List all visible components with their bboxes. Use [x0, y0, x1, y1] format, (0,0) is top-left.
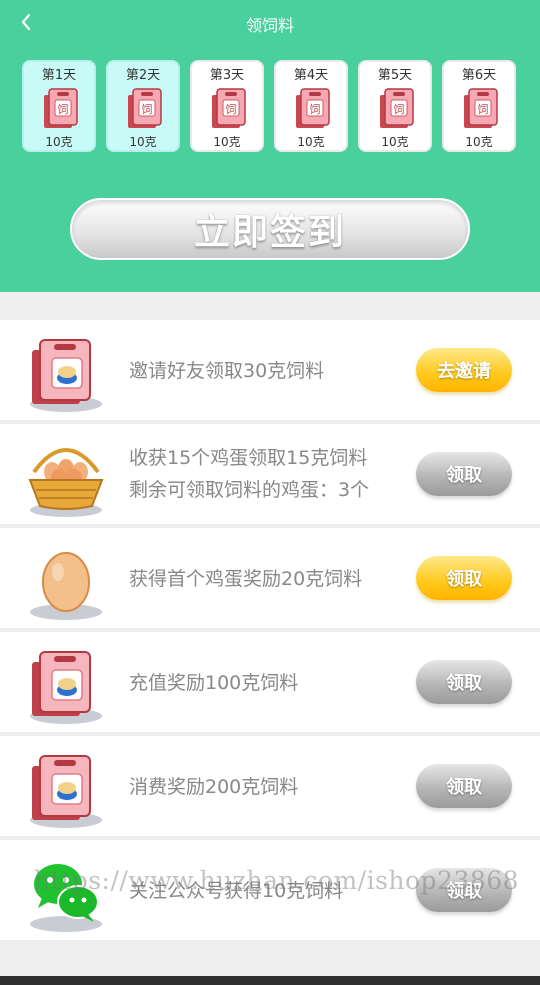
task-row-invite: 邀请好友领取30克饲料 去邀请: [0, 320, 540, 420]
checkin-day-2: 第2天 饲 10克: [106, 60, 180, 152]
checkin-day-3: 第3天 饲 10克: [190, 60, 264, 152]
day-amount: 10克: [381, 135, 409, 149]
claim-button[interactable]: 领取: [416, 556, 512, 600]
svg-text:饲: 饲: [226, 103, 237, 116]
svg-text:饲: 饲: [394, 103, 405, 116]
egg-icon: [30, 552, 102, 620]
sign-in-label: 立即签到: [193, 212, 346, 253]
day-label: 第6天: [461, 68, 497, 83]
task-text: 消费奖励200克饲料: [129, 776, 299, 798]
day-amount: 10克: [297, 135, 325, 149]
feed-bag-icon: [30, 651, 102, 724]
task-subtext: 剩余可领取饲料的鸡蛋：3个: [129, 479, 370, 501]
claim-button[interactable]: 领取: [416, 660, 512, 704]
task-row-first-egg: 获得首个鸡蛋奖励20克饲料 领取: [0, 528, 540, 628]
feed-bag-icon: 饲: [380, 88, 414, 128]
day-amount: 10克: [129, 135, 157, 149]
day-label: 第4天: [293, 68, 329, 83]
svg-text:饲: 饲: [310, 103, 321, 116]
day-label: 第1天: [41, 68, 77, 83]
day-amount: 10克: [465, 135, 493, 149]
day-label: 第2天: [125, 68, 161, 83]
checkin-day-1: 第1天 饲 10克: [22, 60, 96, 152]
svg-text:饲: 饲: [142, 103, 153, 116]
sign-in-button[interactable]: 立即签到: [70, 198, 470, 260]
feed-bag-icon: 饲: [44, 88, 78, 128]
feed-bag-icon: 饲: [128, 88, 162, 128]
day-label: 第3天: [209, 68, 245, 83]
checkin-days: 第1天 饲 10克 第2天 饲 10克 第3天 饲 10克 第4天 饲 10克 …: [22, 60, 518, 152]
feed-bag-icon: [30, 339, 102, 412]
task-text: 邀请好友领取30克饲料: [129, 360, 325, 382]
feed-bag-icon: 饲: [464, 88, 498, 128]
task-row-spend: 消费奖励200克饲料 领取: [0, 736, 540, 836]
feed-bag-icon: 饲: [212, 88, 246, 128]
task-row-harvest-eggs: 收获15个鸡蛋领取15克饲料 剩余可领取饲料的鸡蛋：3个 领取: [0, 424, 540, 524]
page-title: 领饲料: [245, 16, 294, 35]
task-row-recharge: 充值奖励100克饲料 领取: [0, 632, 540, 732]
task-text: 充值奖励100克饲料: [129, 672, 299, 694]
checkin-day-5: 第5天 饲 10克: [358, 60, 432, 152]
egg-basket-icon: [28, 448, 104, 517]
task-text: 获得首个鸡蛋奖励20克饲料: [129, 568, 363, 590]
feed-bag-icon: 饲: [296, 88, 330, 128]
day-amount: 10克: [213, 135, 241, 149]
checkin-day-4: 第4天 饲 10克: [274, 60, 348, 152]
task-text: 收获15个鸡蛋领取15克饲料: [129, 447, 368, 469]
claim-button[interactable]: 领取: [416, 764, 512, 808]
claim-button[interactable]: 领取: [416, 452, 512, 496]
feed-bag-icon: [30, 755, 102, 828]
checkin-day-6: 第6天 饲 10克: [442, 60, 516, 152]
day-amount: 10克: [45, 135, 73, 149]
svg-text:饲: 饲: [478, 103, 489, 116]
day-label: 第5天: [377, 68, 413, 83]
invite-button[interactable]: 去邀请: [416, 348, 512, 392]
bottom-bar: [0, 976, 540, 985]
svg-text:饲: 饲: [58, 103, 69, 116]
header: 领饲料 第1天 饲 10克 第2天 饲 10克 第3天 饲 10克 第4天 饲 …: [0, 0, 540, 292]
watermark: https://www.huzhan.com/ishop23868: [34, 866, 520, 895]
